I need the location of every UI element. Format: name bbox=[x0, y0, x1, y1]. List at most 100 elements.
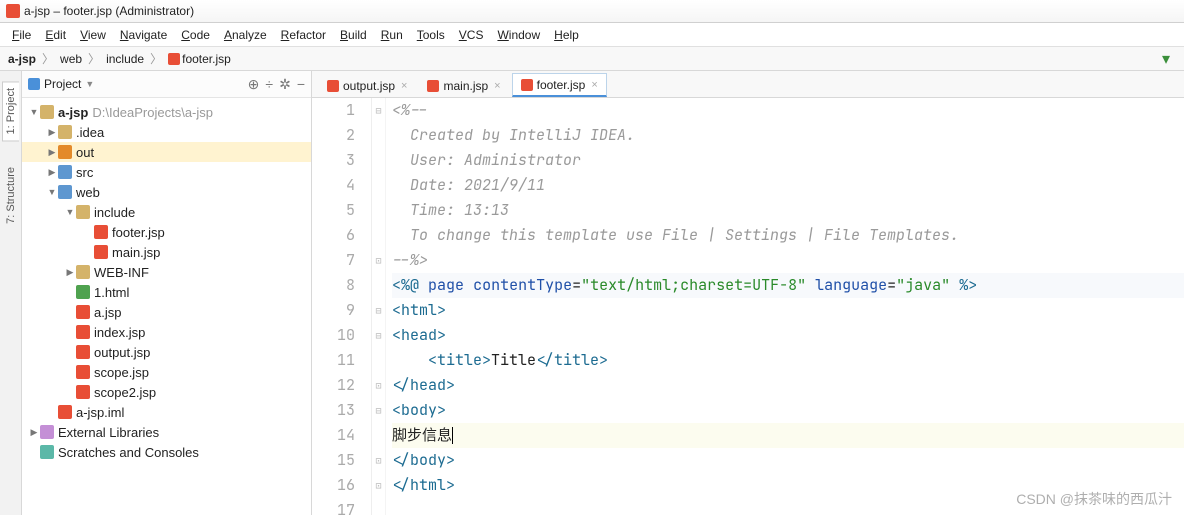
tree-item-scratches-and-consoles[interactable]: Scratches and Consoles bbox=[22, 442, 311, 462]
breadcrumb-a-jsp[interactable]: a-jsp bbox=[8, 52, 36, 66]
tree-item-1-html[interactable]: 1.html bbox=[22, 282, 311, 302]
code-line-6[interactable]: To change this template use File | Setti… bbox=[392, 223, 1184, 248]
menu-view[interactable]: View bbox=[74, 26, 112, 44]
tree-item-external-libraries[interactable]: ▶External Libraries bbox=[22, 422, 311, 442]
scratch-icon bbox=[40, 445, 54, 459]
build-run-icon[interactable]: ▾ bbox=[1156, 49, 1176, 69]
jsp-icon bbox=[76, 345, 90, 359]
editor-tab-main-jsp[interactable]: main.jsp× bbox=[418, 73, 509, 97]
project-dropdown-icon[interactable] bbox=[28, 78, 40, 90]
tool-tab----structure[interactable]: 7: Structure bbox=[3, 161, 19, 230]
tree-item-index-jsp[interactable]: index.jsp bbox=[22, 322, 311, 342]
code-line-4[interactable]: Date: 2021/9/11 bbox=[392, 173, 1184, 198]
code-editor[interactable]: 1234567891011121314151617 ⊟⊡⊟⊟⊡⊟⊡⊡ <%-- … bbox=[312, 98, 1184, 515]
dir-icon bbox=[58, 125, 72, 139]
tree-item-web[interactable]: ▼web bbox=[22, 182, 311, 202]
close-icon[interactable]: × bbox=[591, 79, 597, 91]
tree-item--idea[interactable]: ▶.idea bbox=[22, 122, 311, 142]
code-lines[interactable]: <%-- Created by IntelliJ IDEA. User: Adm… bbox=[386, 98, 1184, 515]
menu-help[interactable]: Help bbox=[548, 26, 585, 44]
dir-icon bbox=[76, 205, 90, 219]
jsp-icon bbox=[94, 245, 108, 259]
project-tool-2[interactable]: ✲ bbox=[279, 76, 291, 93]
jsp-icon bbox=[76, 325, 90, 339]
tree-item-scope2-jsp[interactable]: scope2.jsp bbox=[22, 382, 311, 402]
editor-area: output.jsp×main.jsp×footer.jsp× 12345678… bbox=[312, 71, 1184, 515]
editor-tab-footer-jsp[interactable]: footer.jsp× bbox=[512, 73, 607, 97]
code-line-9[interactable]: <html> bbox=[392, 298, 1184, 323]
dir-o-icon bbox=[58, 145, 72, 159]
code-line-13[interactable]: <body> bbox=[392, 398, 1184, 423]
project-tool-1[interactable]: ÷ bbox=[265, 76, 273, 93]
jsp-icon bbox=[76, 365, 90, 379]
tree-item-a-jsp[interactable]: ▼a-jsp D:\IdeaProjects\a-jsp bbox=[22, 102, 311, 122]
project-dropdown-arrow[interactable]: ▼ bbox=[85, 79, 94, 89]
project-tool-0[interactable]: ⊕ bbox=[248, 76, 260, 93]
code-line-15[interactable]: </body> bbox=[392, 448, 1184, 473]
code-line-12[interactable]: </head> bbox=[392, 373, 1184, 398]
menu-code[interactable]: Code bbox=[175, 26, 216, 44]
close-icon[interactable]: × bbox=[401, 80, 407, 92]
project-header: Project ▼ ⊕ ÷ ✲− bbox=[22, 71, 311, 98]
code-line-3[interactable]: User: Administrator bbox=[392, 148, 1184, 173]
menu-window[interactable]: Window bbox=[491, 26, 546, 44]
code-line-8[interactable]: <%@ page contentType="text/html;charset=… bbox=[392, 273, 1184, 298]
tree-item-web-inf[interactable]: ▶WEB-INF bbox=[22, 262, 311, 282]
fold-gutter[interactable]: ⊟⊡⊟⊟⊡⊟⊡⊡ bbox=[372, 98, 386, 515]
line-number-gutter: 1234567891011121314151617 bbox=[312, 98, 372, 515]
tree-item-src[interactable]: ▶src bbox=[22, 162, 311, 182]
code-line-16[interactable]: </html> bbox=[392, 473, 1184, 498]
project-title[interactable]: Project bbox=[44, 77, 81, 91]
jsp-icon bbox=[327, 80, 339, 92]
html-icon bbox=[76, 285, 90, 299]
tree-item-a-jsp[interactable]: a.jsp bbox=[22, 302, 311, 322]
menu-file[interactable]: File bbox=[6, 26, 37, 44]
intellij-icon bbox=[6, 4, 20, 18]
tree-item-output-jsp[interactable]: output.jsp bbox=[22, 342, 311, 362]
project-tree[interactable]: ▼a-jsp D:\IdeaProjects\a-jsp▶.idea▶out▶s… bbox=[22, 98, 311, 515]
menu-edit[interactable]: Edit bbox=[39, 26, 72, 44]
navigation-bar: a-jsp〉web〉include〉footer.jsp ▾ bbox=[0, 47, 1184, 71]
code-line-14[interactable]: 脚步信息 bbox=[392, 423, 1184, 448]
code-line-7[interactable]: --%> bbox=[392, 248, 1184, 273]
tree-item-footer-jsp[interactable]: footer.jsp bbox=[22, 222, 311, 242]
menu-analyze[interactable]: Analyze bbox=[218, 26, 273, 44]
code-line-2[interactable]: Created by IntelliJ IDEA. bbox=[392, 123, 1184, 148]
jsp-icon bbox=[76, 385, 90, 399]
left-tool-rail: 1: Project 7: Structure bbox=[0, 71, 22, 515]
jsp-icon bbox=[427, 80, 439, 92]
lib-icon bbox=[40, 425, 54, 439]
tree-item-scope-jsp[interactable]: scope.jsp bbox=[22, 362, 311, 382]
code-line-11[interactable]: <title>Title</title> bbox=[392, 348, 1184, 373]
code-line-17[interactable] bbox=[392, 498, 1184, 515]
editor-tabs[interactable]: output.jsp×main.jsp×footer.jsp× bbox=[312, 71, 1184, 98]
tool-tab----project[interactable]: 1: Project bbox=[2, 81, 19, 141]
breadcrumb-footer-jsp[interactable]: footer.jsp bbox=[168, 52, 231, 66]
code-line-10[interactable]: <head> bbox=[392, 323, 1184, 348]
main-menu[interactable]: FileEditViewNavigateCodeAnalyzeRefactorB… bbox=[0, 23, 1184, 47]
menu-navigate[interactable]: Navigate bbox=[114, 26, 173, 44]
editor-tab-output-jsp[interactable]: output.jsp× bbox=[318, 73, 416, 97]
project-tool-3[interactable]: − bbox=[297, 76, 305, 93]
close-icon[interactable]: × bbox=[494, 80, 500, 92]
breadcrumb-include[interactable]: include bbox=[106, 52, 144, 66]
dir-icon bbox=[40, 105, 54, 119]
breadcrumb-web[interactable]: web bbox=[60, 52, 82, 66]
tree-item-main-jsp[interactable]: main.jsp bbox=[22, 242, 311, 262]
jsp-icon bbox=[76, 305, 90, 319]
code-line-5[interactable]: Time: 13:13 bbox=[392, 198, 1184, 223]
window-title: a-jsp – footer.jsp (Administrator) bbox=[24, 4, 194, 18]
window-titlebar: a-jsp – footer.jsp (Administrator) bbox=[0, 0, 1184, 23]
project-tool-window: Project ▼ ⊕ ÷ ✲− ▼a-jsp D:\IdeaProjects\a-… bbox=[22, 71, 312, 515]
menu-build[interactable]: Build bbox=[334, 26, 373, 44]
menu-refactor[interactable]: Refactor bbox=[275, 26, 332, 44]
tree-item-out[interactable]: ▶out bbox=[22, 142, 311, 162]
tree-item-include[interactable]: ▼include bbox=[22, 202, 311, 222]
tree-item-a-jsp-iml[interactable]: a-jsp.iml bbox=[22, 402, 311, 422]
dir-b-icon bbox=[58, 165, 72, 179]
jsp-icon bbox=[58, 405, 72, 419]
menu-vcs[interactable]: VCS bbox=[453, 26, 490, 44]
menu-tools[interactable]: Tools bbox=[411, 26, 451, 44]
code-line-1[interactable]: <%-- bbox=[392, 98, 1184, 123]
menu-run[interactable]: Run bbox=[375, 26, 409, 44]
